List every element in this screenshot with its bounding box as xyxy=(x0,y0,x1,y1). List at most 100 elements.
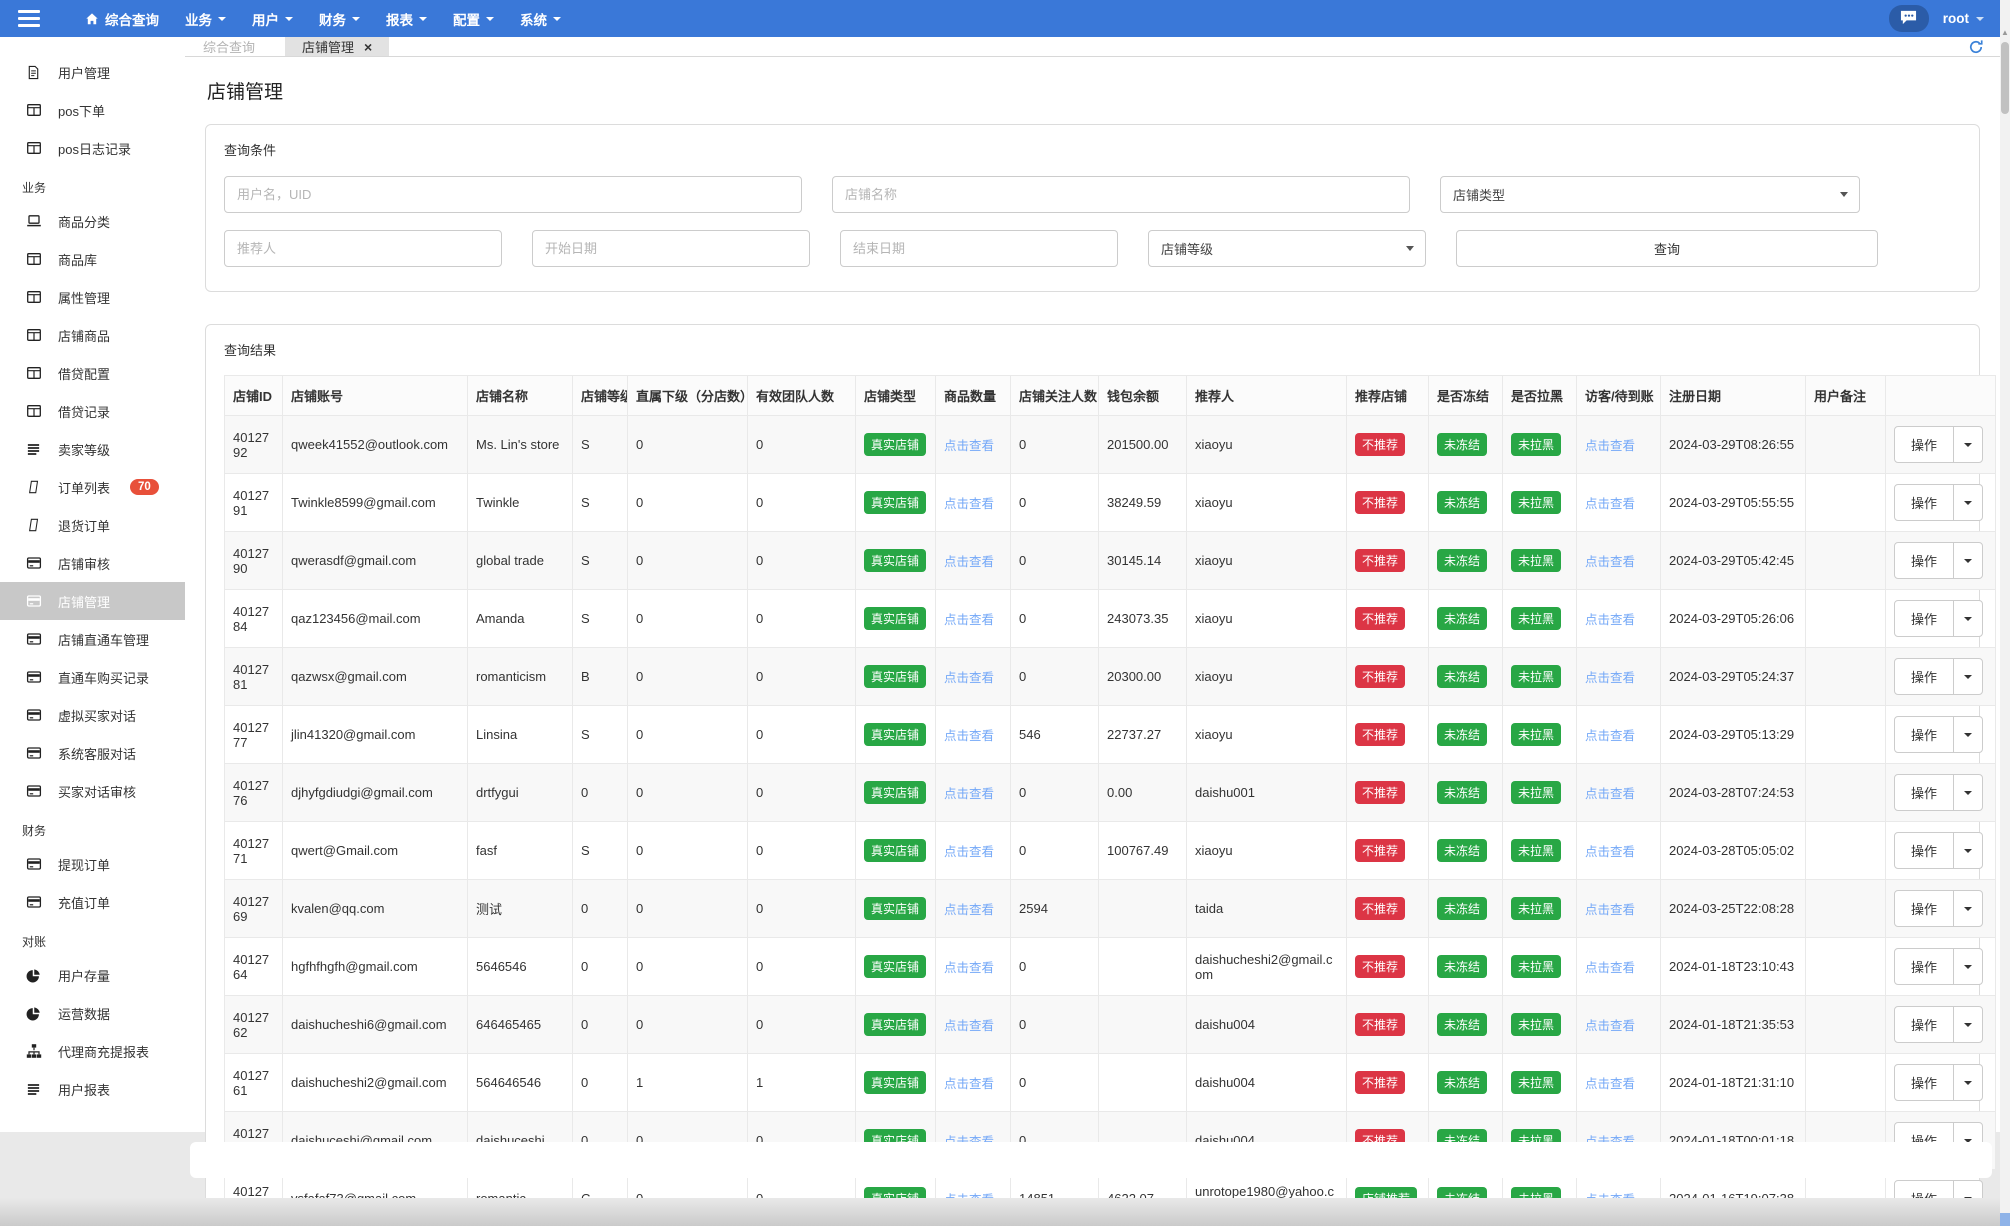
action-caret-button[interactable] xyxy=(1954,427,1982,462)
sidebar-item-virtual-buyer-chat[interactable]: 虚拟买家对话 xyxy=(0,696,185,734)
query-button[interactable]: 查询 xyxy=(1456,230,1878,267)
nav-item-config[interactable]: 配置 xyxy=(440,0,507,37)
visitor-pending-link[interactable]: 点击查看 xyxy=(1585,1077,1635,1091)
nav-item-system[interactable]: 系统 xyxy=(507,0,574,37)
sidebar-item-goods-library[interactable]: 商品库 xyxy=(0,240,185,278)
chevron-down-icon xyxy=(352,17,360,21)
sidebar-item-store-management[interactable]: 店铺管理 xyxy=(0,582,185,620)
view-products-link[interactable]: 点击查看 xyxy=(944,613,994,627)
sidebar-item-recharge-orders[interactable]: 充值订单 xyxy=(0,883,185,921)
view-products-link[interactable]: 点击查看 xyxy=(944,671,994,685)
sidebar-item-agent-recharge-report[interactable]: 代理商充提报表 xyxy=(0,1032,185,1070)
action-button[interactable]: 操作 xyxy=(1895,601,1955,636)
refresh-icon[interactable] xyxy=(1968,39,1984,55)
visitor-pending-link[interactable]: 点击查看 xyxy=(1585,787,1635,801)
action-button[interactable]: 操作 xyxy=(1895,717,1955,752)
visitor-pending-link[interactable]: 点击查看 xyxy=(1585,729,1635,743)
action-button[interactable]: 操作 xyxy=(1895,659,1955,694)
view-products-link[interactable]: 点击查看 xyxy=(944,497,994,511)
visitor-pending-link[interactable]: 点击查看 xyxy=(1585,613,1635,627)
scroll-up-arrow-icon[interactable]: ▲ xyxy=(2001,28,2009,38)
action-button[interactable]: 操作 xyxy=(1895,949,1955,984)
action-caret-button[interactable] xyxy=(1954,1007,1982,1042)
visitor-pending-link[interactable]: 点击查看 xyxy=(1585,439,1635,453)
sidebar-item-system-service-chat[interactable]: 系统客服对话 xyxy=(0,734,185,772)
action-caret-button[interactable] xyxy=(1954,659,1982,694)
sidebar-item-store-goods[interactable]: 店铺商品 xyxy=(0,316,185,354)
store-name-input[interactable] xyxy=(832,176,1410,213)
sidebar-item-buyer-chat-review[interactable]: 买家对话审核 xyxy=(0,772,185,810)
nav-item-overview[interactable]: 综合查询 xyxy=(72,0,172,37)
menu-toggle-icon[interactable] xyxy=(0,9,58,28)
view-products-link[interactable]: 点击查看 xyxy=(944,439,994,453)
sidebar-item-loan-records[interactable]: 借贷记录 xyxy=(0,392,185,430)
sidebar-item-train-purchase-records[interactable]: 直通车购买记录 xyxy=(0,658,185,696)
action-caret-button[interactable] xyxy=(1954,543,1982,578)
store-type-select[interactable]: 店铺类型 xyxy=(1440,176,1860,213)
tab-overview[interactable]: 综合查询 xyxy=(203,37,255,56)
referrer-input[interactable] xyxy=(224,230,502,267)
vertical-scrollbar[interactable]: ▲ xyxy=(2000,0,2010,1226)
sidebar-item-withdraw-orders[interactable]: 提现订单 xyxy=(0,845,185,883)
view-products-link[interactable]: 点击查看 xyxy=(944,961,994,975)
sidebar-item-goods-category[interactable]: 商品分类 xyxy=(0,202,185,240)
scroll-down-arrow-icon[interactable] xyxy=(2000,1213,2010,1226)
action-button[interactable]: 操作 xyxy=(1895,485,1955,520)
visitor-pending-link[interactable]: 点击查看 xyxy=(1585,903,1635,917)
action-button[interactable]: 操作 xyxy=(1895,1007,1955,1042)
scrollbar-thumb[interactable] xyxy=(2001,42,2009,114)
sidebar-item-seller-level[interactable]: 卖家等级 xyxy=(0,430,185,468)
visitor-pending-link[interactable]: 点击查看 xyxy=(1585,555,1635,569)
visitor-pending-link[interactable]: 点击查看 xyxy=(1585,671,1635,685)
sidebar-item-pos-log[interactable]: pos日志记录 xyxy=(0,129,185,167)
start-date-input[interactable] xyxy=(532,230,810,267)
chat-button[interactable] xyxy=(1888,5,1929,32)
action-button[interactable]: 操作 xyxy=(1895,775,1955,810)
action-caret-button[interactable] xyxy=(1954,601,1982,636)
nav-item-business[interactable]: 业务 xyxy=(172,0,239,37)
sidebar-item-operation-data[interactable]: 运营数据 xyxy=(0,994,185,1032)
visitor-pending-link[interactable]: 点击查看 xyxy=(1585,1019,1635,1033)
action-caret-button[interactable] xyxy=(1954,949,1982,984)
action-button[interactable]: 操作 xyxy=(1895,543,1955,578)
action-caret-button[interactable] xyxy=(1954,717,1982,752)
end-date-input[interactable] xyxy=(840,230,1118,267)
sidebar-item-user-stock[interactable]: 用户存量 xyxy=(0,956,185,994)
view-products-link[interactable]: 点击查看 xyxy=(944,903,994,917)
action-caret-button[interactable] xyxy=(1954,891,1982,926)
action-button[interactable]: 操作 xyxy=(1895,1065,1955,1100)
action-caret-button[interactable] xyxy=(1954,833,1982,868)
sidebar-item-attribute-management[interactable]: 属性管理 xyxy=(0,278,185,316)
visitor-pending-link[interactable]: 点击查看 xyxy=(1585,961,1635,975)
sidebar-item-user-management[interactable]: 用户管理 xyxy=(0,53,185,91)
sidebar-item-order-list[interactable]: 订单列表 70 xyxy=(0,468,185,506)
visitor-pending-link[interactable]: 点击查看 xyxy=(1585,497,1635,511)
view-products-link[interactable]: 点击查看 xyxy=(944,787,994,801)
sidebar-item-return-orders[interactable]: 退货订单 xyxy=(0,506,185,544)
nav-item-users[interactable]: 用户 xyxy=(239,0,306,37)
action-caret-button[interactable] xyxy=(1954,1065,1982,1100)
visitor-pending-link[interactable]: 点击查看 xyxy=(1585,845,1635,859)
nav-item-reports[interactable]: 报表 xyxy=(373,0,440,37)
username-uid-input[interactable] xyxy=(224,176,802,213)
action-button[interactable]: 操作 xyxy=(1895,427,1955,462)
view-products-link[interactable]: 点击查看 xyxy=(944,729,994,743)
sidebar-item-loan-config[interactable]: 借贷配置 xyxy=(0,354,185,392)
tab-store-management[interactable]: 店铺管理 × xyxy=(285,37,390,56)
tab-close-icon[interactable]: × xyxy=(364,40,372,54)
view-products-link[interactable]: 点击查看 xyxy=(944,845,994,859)
view-products-link[interactable]: 点击查看 xyxy=(944,555,994,569)
action-caret-button[interactable] xyxy=(1954,485,1982,520)
action-caret-button[interactable] xyxy=(1954,775,1982,810)
nav-item-finance[interactable]: 财务 xyxy=(306,0,373,37)
sidebar-item-pos-order[interactable]: pos下单 xyxy=(0,91,185,129)
action-button[interactable]: 操作 xyxy=(1895,833,1955,868)
view-products-link[interactable]: 点击查看 xyxy=(944,1019,994,1033)
sidebar-item-user-report[interactable]: 用户报表 xyxy=(0,1070,185,1108)
user-dropdown[interactable]: root xyxy=(1943,11,1984,26)
store-level-select[interactable]: 店铺等级 xyxy=(1148,230,1426,267)
sidebar-item-store-train-management[interactable]: 店铺直通车管理 xyxy=(0,620,185,658)
view-products-link[interactable]: 点击查看 xyxy=(944,1077,994,1091)
action-button[interactable]: 操作 xyxy=(1895,891,1955,926)
sidebar-item-store-review[interactable]: 店铺审核 xyxy=(0,544,185,582)
